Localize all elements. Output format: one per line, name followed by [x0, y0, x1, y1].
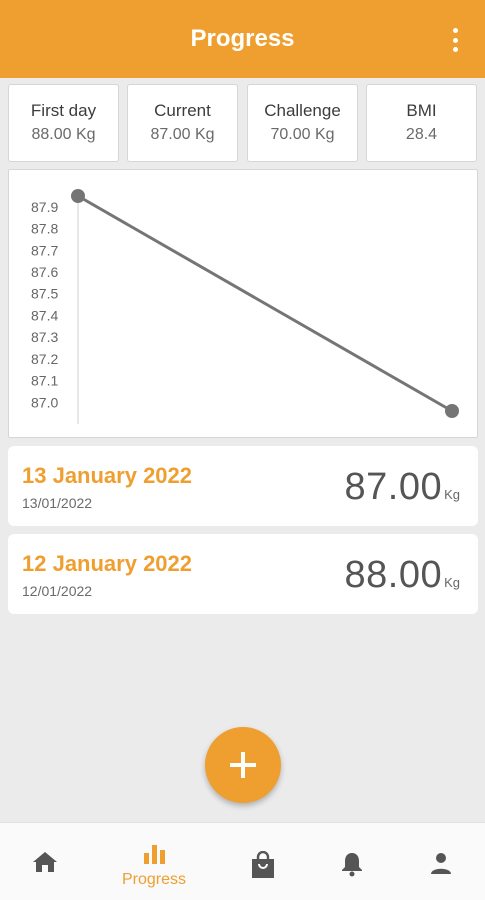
shopping-bag-icon	[252, 851, 274, 878]
more-vert-icon[interactable]	[451, 28, 459, 52]
nav-item-notifications[interactable]	[307, 823, 397, 900]
stat-label: BMI	[406, 101, 437, 120]
stat-current: Current 87.00 Kg	[127, 84, 238, 162]
nav-item-home[interactable]	[0, 823, 90, 900]
stat-value: 28.4	[405, 126, 438, 143]
y-tick-label: 87.6	[31, 264, 58, 280]
add-entry-button[interactable]	[205, 727, 281, 803]
stat-label: First day	[30, 101, 97, 120]
nav-label-progress: Progress	[121, 871, 187, 888]
bar-chart-icon	[144, 845, 165, 864]
data-point[interactable]	[445, 404, 459, 418]
nav-item-profile[interactable]	[396, 823, 485, 900]
weight-chart: 87.9 87.8 87.7 87.6 87.5 87.4 87.3 87.2 87.1 87.0	[8, 169, 478, 438]
bell-icon	[342, 853, 362, 877]
data-point[interactable]	[71, 189, 85, 203]
stat-challenge: Challenge 70.00 Kg	[247, 84, 358, 162]
stat-value: 88.00 Kg	[31, 126, 96, 143]
y-tick-label: 87.9	[31, 199, 58, 215]
entry-title: 12 January 2022	[22, 551, 193, 576]
stat-label: Challenge	[264, 101, 341, 120]
app-bar: Progress	[0, 0, 485, 78]
entry-weight-value: 88.00	[344, 554, 443, 596]
y-tick-label: 87.1	[31, 373, 58, 389]
entry-weight-unit: Kg	[444, 487, 460, 502]
y-tick-label: 87.0	[31, 394, 58, 410]
stats-row: First day 88.00 Kg Current 87.00 Kg Chal…	[8, 84, 478, 162]
y-tick-label: 87.7	[31, 242, 58, 258]
entry-title: 13 January 2022	[22, 463, 193, 488]
entry-date: 12/01/2022	[22, 583, 93, 599]
nav-item-shop[interactable]	[218, 823, 308, 900]
y-tick-label: 87.2	[31, 351, 58, 367]
page-title: Progress	[190, 25, 295, 52]
stat-label: Current	[154, 101, 211, 120]
entry-weight-value: 87.00	[344, 466, 443, 508]
stat-value: 70.00 Kg	[270, 126, 335, 143]
y-tick-label: 87.4	[31, 307, 58, 323]
person-icon	[431, 853, 451, 874]
entry-weight: 87.00 Kg	[345, 466, 461, 509]
stat-value: 87.00 Kg	[150, 126, 215, 143]
entry-date: 13/01/2022	[22, 495, 93, 511]
y-tick-label: 87.3	[31, 329, 58, 345]
weight-entry[interactable]: 13 January 2022 13/01/2022 87.00 Kg	[8, 446, 478, 526]
stat-first-day: First day 88.00 Kg	[8, 84, 119, 162]
weight-entry[interactable]: 12 January 2022 12/01/2022 88.00 Kg	[8, 534, 478, 614]
bottom-navigation: Progress	[0, 822, 485, 900]
plus-icon	[230, 752, 256, 778]
entry-weight-unit: Kg	[444, 575, 460, 590]
y-tick-label: 87.5	[31, 286, 58, 302]
entry-weight: 88.00 Kg	[345, 554, 461, 597]
stat-bmi: BMI 28.4	[366, 84, 477, 162]
y-tick-label: 87.8	[31, 221, 58, 237]
series-line	[77, 194, 453, 413]
nav-item-progress[interactable]: Progress	[109, 823, 199, 900]
home-icon	[33, 852, 57, 872]
weight-chart-svg: 87.9 87.8 87.7 87.6 87.5 87.4 87.3 87.2 87.1 87.0	[31, 189, 459, 424]
